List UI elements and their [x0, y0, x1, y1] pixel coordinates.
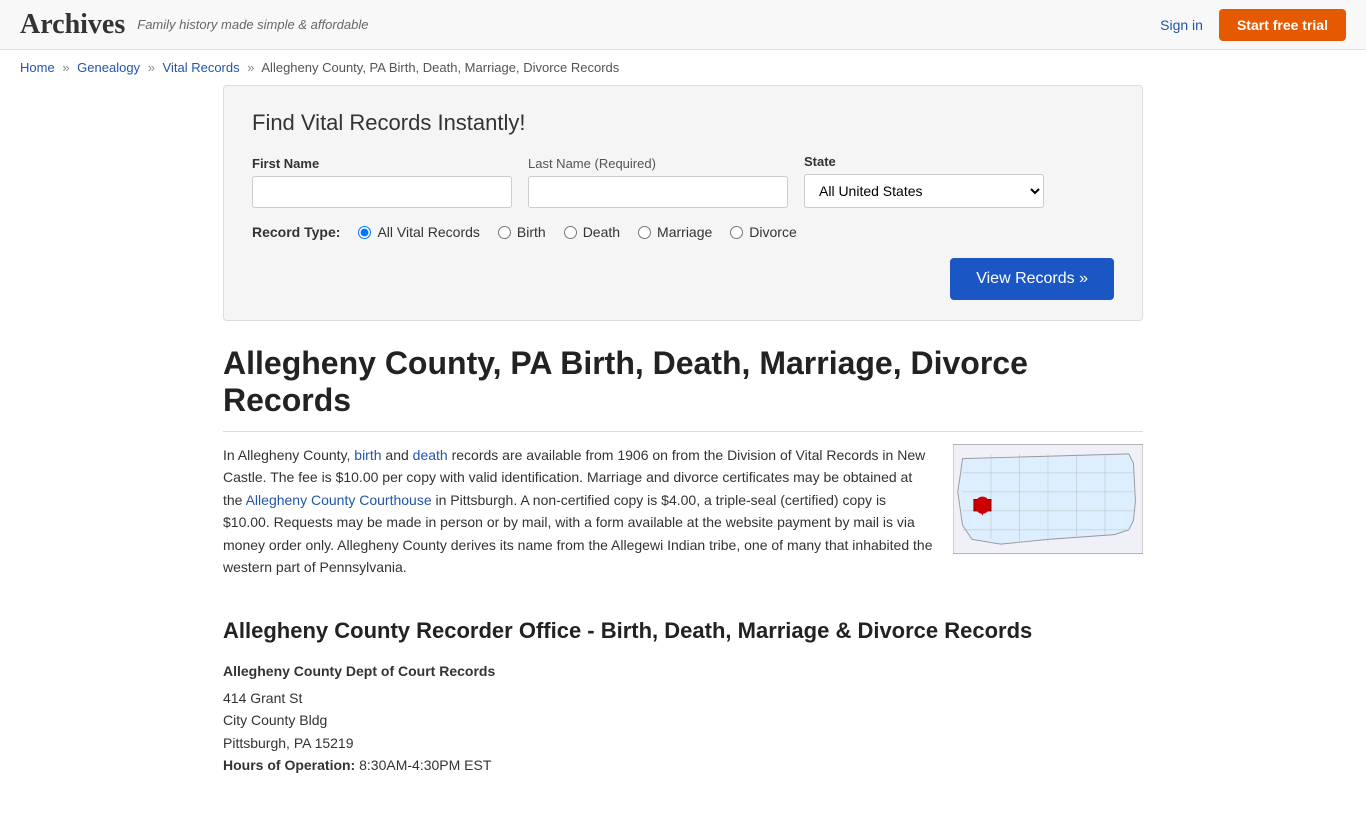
birth-link[interactable]: birth: [354, 447, 381, 463]
breadcrumb-current: Allegheny County, PA Birth, Death, Marri…: [261, 60, 619, 75]
state-group: State All United States Alabama Alaska P…: [804, 154, 1044, 208]
header-right: Sign in Start free trial: [1160, 9, 1346, 41]
last-name-input[interactable]: [528, 176, 788, 208]
map-container: [953, 444, 1143, 557]
search-fields: First Name Last Name (Required) State Al…: [252, 154, 1114, 208]
death-link[interactable]: death: [413, 447, 448, 463]
radio-death-input[interactable]: [564, 226, 577, 239]
search-title: Find Vital Records Instantly!: [252, 110, 1114, 136]
courthouse-link[interactable]: Allegheny County Courthouse: [246, 492, 432, 508]
radio-marriage-input[interactable]: [638, 226, 651, 239]
record-type-row: Record Type: All Vital Records Birth Dea…: [252, 224, 1114, 240]
radio-birth-input[interactable]: [498, 226, 511, 239]
start-trial-button[interactable]: Start free trial: [1219, 9, 1346, 41]
main-content: Find Vital Records Instantly! First Name…: [203, 85, 1163, 836]
search-box: Find Vital Records Instantly! First Name…: [223, 85, 1143, 321]
radio-marriage[interactable]: Marriage: [638, 224, 712, 240]
radio-marriage-label: Marriage: [657, 224, 712, 240]
breadcrumb-home[interactable]: Home: [20, 60, 55, 75]
first-name-group: First Name: [252, 156, 512, 208]
and-text: and: [382, 447, 413, 463]
breadcrumb-sep-1: »: [62, 60, 69, 75]
radio-all-vital-input[interactable]: [358, 226, 371, 239]
content-with-map: In Allegheny County, birth and death rec…: [223, 444, 1143, 578]
intro-paragraph: In Allegheny County, birth and death rec…: [223, 444, 933, 578]
state-select[interactable]: All United States Alabama Alaska Pennsyl…: [804, 174, 1044, 208]
address-line1: 414 Grant St: [223, 687, 1143, 709]
site-header: Archives Family history made simple & af…: [0, 0, 1366, 50]
first-name-input[interactable]: [252, 176, 512, 208]
radio-birth[interactable]: Birth: [498, 224, 546, 240]
content-section: In Allegheny County, birth and death rec…: [223, 444, 1143, 578]
radio-divorce-input[interactable]: [730, 226, 743, 239]
last-name-group: Last Name (Required): [528, 156, 788, 208]
breadcrumb-vital-records[interactable]: Vital Records: [163, 60, 240, 75]
radio-divorce[interactable]: Divorce: [730, 224, 796, 240]
recorder-section: Allegheny County Recorder Office - Birth…: [223, 608, 1143, 776]
breadcrumb-genealogy[interactable]: Genealogy: [77, 60, 140, 75]
radio-death-label: Death: [583, 224, 620, 240]
view-records-button[interactable]: View Records »: [950, 258, 1114, 300]
record-type-label: Record Type:: [252, 224, 340, 240]
hours-row: Hours of Operation: 8:30AM-4:30PM EST: [223, 754, 1143, 776]
breadcrumb: Home » Genealogy » Vital Records » Alleg…: [0, 50, 1366, 85]
radio-all-vital-label: All Vital Records: [377, 224, 479, 240]
breadcrumb-sep-2: »: [148, 60, 155, 75]
office-address: Allegheny County Dept of Court Records 4…: [223, 660, 1143, 776]
radio-death[interactable]: Death: [564, 224, 620, 240]
recorder-heading: Allegheny County Recorder Office - Birth…: [223, 608, 1143, 644]
address-line2: City County Bldg: [223, 709, 1143, 731]
sign-in-link[interactable]: Sign in: [1160, 17, 1203, 33]
site-tagline: Family history made simple & affordable: [137, 17, 368, 32]
pa-map: [953, 444, 1143, 554]
radio-divorce-label: Divorce: [749, 224, 796, 240]
header-left: Archives Family history made simple & af…: [20, 9, 368, 41]
hours-label: Hours of Operation:: [223, 757, 355, 773]
first-name-label: First Name: [252, 156, 512, 171]
radio-all-vital[interactable]: All Vital Records: [358, 224, 479, 240]
office-name: Allegheny County Dept of Court Records: [223, 660, 1143, 682]
radio-birth-label: Birth: [517, 224, 546, 240]
text-block: In Allegheny County, birth and death rec…: [223, 444, 933, 578]
breadcrumb-sep-3: »: [247, 60, 254, 75]
intro-text: In Allegheny County,: [223, 447, 354, 463]
hours-value: 8:30AM-4:30PM EST: [359, 757, 491, 773]
site-logo: Archives: [20, 9, 125, 41]
address-line3: Pittsburgh, PA 15219: [223, 732, 1143, 754]
state-label: State: [804, 154, 1044, 169]
last-name-label: Last Name (Required): [528, 156, 788, 171]
page-title: Allegheny County, PA Birth, Death, Marri…: [223, 345, 1143, 432]
